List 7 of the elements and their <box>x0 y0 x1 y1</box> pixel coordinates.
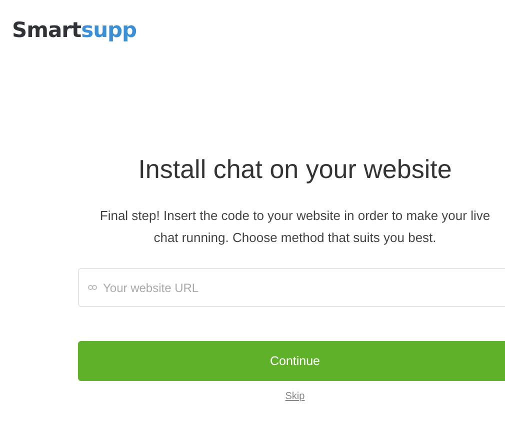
skip-link[interactable]: Skip <box>285 391 305 402</box>
smartsupp-logo: Smartsupp <box>12 18 137 42</box>
link-icon <box>88 285 97 290</box>
page-heading: Install chat on your website <box>138 154 452 185</box>
website-url-field[interactable]: Your website URL <box>78 268 505 307</box>
continue-button[interactable]: Continue <box>78 341 505 381</box>
instruction-text: Final step! Insert the code to your website in order to make your live chat running. Choose method that suits you best. <box>98 207 492 247</box>
